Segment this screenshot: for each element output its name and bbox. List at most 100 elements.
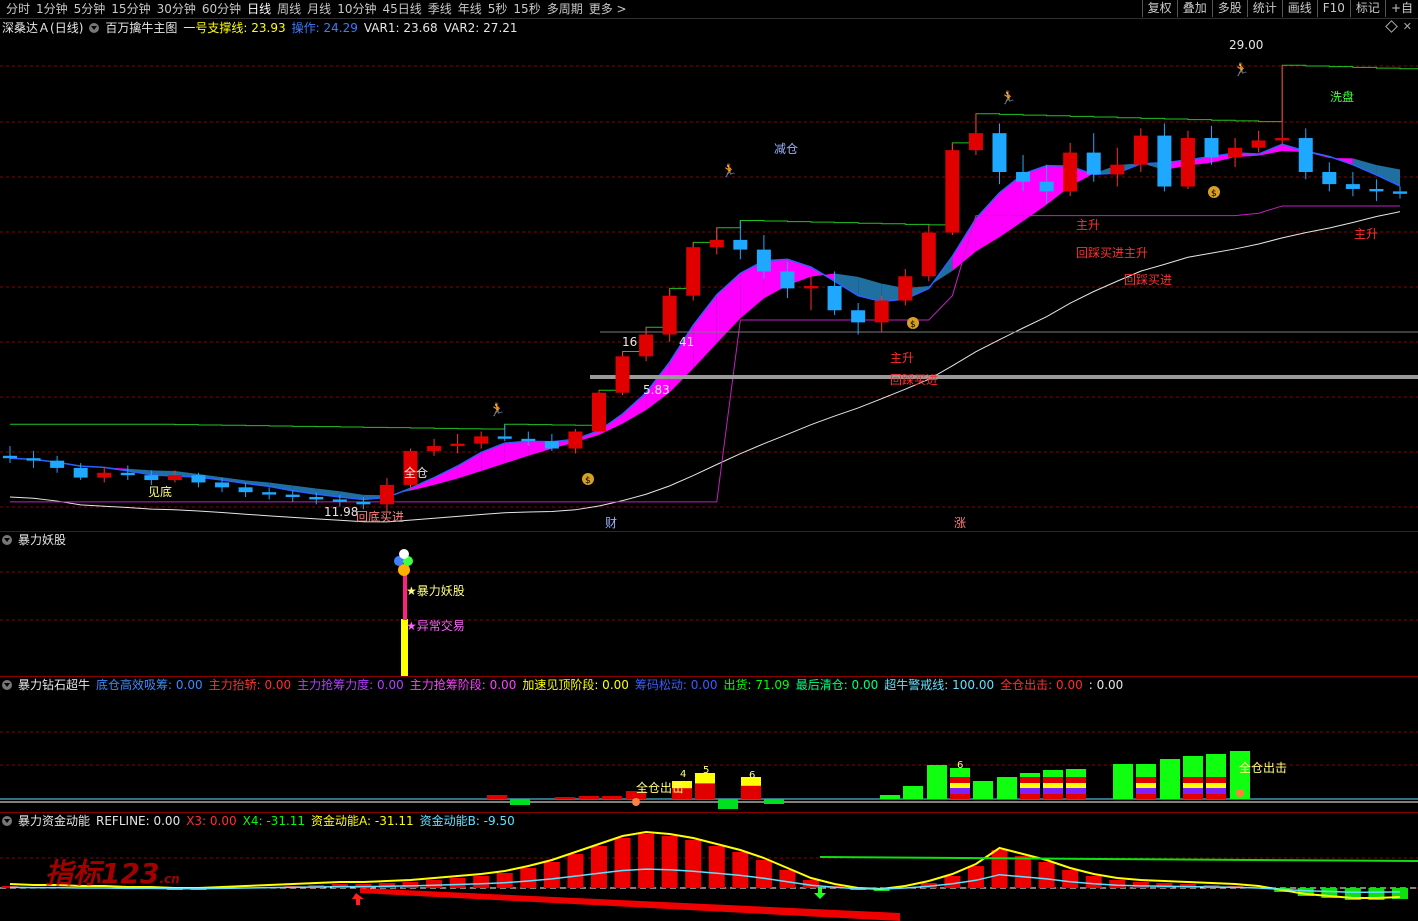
histogram-bar xyxy=(1066,788,1086,794)
flow-bar xyxy=(590,846,607,888)
count-label: 6 xyxy=(957,760,963,771)
flow-bar xyxy=(755,860,772,888)
tool-button[interactable]: 统计 xyxy=(1246,0,1282,17)
finance-marker: 财 xyxy=(605,516,617,530)
flow-bar xyxy=(426,880,443,888)
low-price-label: 11.98 xyxy=(324,505,358,519)
candle-body xyxy=(591,392,606,432)
signal-main-rise: 主升 xyxy=(1076,218,1100,232)
timeframe-tab[interactable]: 季线 xyxy=(426,1,454,17)
timeframe-tab[interactable]: 月线 xyxy=(305,1,333,17)
tool-button[interactable]: F10 xyxy=(1316,0,1350,17)
timeframe-tabs: 分时 1分钟 5分钟 15分钟 30分钟 60分钟 日线 周线 月线 10分钟 45日线 季线 年线 5秒… xyxy=(4,1,629,17)
flow-bar xyxy=(1062,870,1079,888)
full-attack-label: 全仓出击 xyxy=(636,780,684,795)
flow-bar xyxy=(967,866,984,888)
candle-body xyxy=(50,460,65,468)
candle-body xyxy=(827,285,842,311)
tool-button[interactable]: 复权 xyxy=(1141,0,1177,17)
candle-body xyxy=(285,494,300,498)
timeframe-tab[interactable]: 日线 xyxy=(245,1,273,17)
candle-body xyxy=(921,232,936,277)
candle-body xyxy=(356,501,371,505)
histogram-bar xyxy=(927,765,947,799)
yaogu-chart[interactable]: ★暴力妖股 ★异常交易 xyxy=(0,532,1418,676)
timeframe-tab[interactable]: 10分钟 xyxy=(335,1,378,17)
histogram-bar xyxy=(1136,783,1156,788)
signal-main-rise: 主升 xyxy=(1354,227,1378,241)
candle-body xyxy=(379,484,394,505)
count-label: 5 xyxy=(703,765,709,776)
candle-body xyxy=(167,475,182,481)
flow-bar xyxy=(685,840,702,888)
timeframe-tab[interactable]: 周线 xyxy=(275,1,303,17)
candle-body xyxy=(3,455,17,459)
timeframe-tab[interactable]: 5秒 xyxy=(486,1,510,17)
candle-body xyxy=(544,441,559,449)
candle-body xyxy=(144,475,159,481)
signal-main-rise: 主升 xyxy=(890,351,914,365)
tool-button[interactable]: 画线 xyxy=(1281,0,1317,17)
timeframe-tab[interactable]: 60分钟 xyxy=(200,1,243,17)
timeframe-tab[interactable]: 多周期 xyxy=(545,1,585,17)
candle-body xyxy=(521,438,536,442)
ma-line-slow xyxy=(9,211,1401,523)
money-bag-icon: $ xyxy=(1211,189,1217,199)
tool-button[interactable]: +自 xyxy=(1384,0,1418,17)
panel-baoli-yaogu: 暴力妖股 ★暴力妖股 ★异常交易 xyxy=(0,532,1418,676)
timeframe-tab[interactable]: 15分钟 xyxy=(109,1,152,17)
timeframe-tab[interactable]: 年线 xyxy=(456,1,484,17)
candle-body xyxy=(309,497,324,500)
tool-button[interactable]: 多股 xyxy=(1211,0,1247,17)
flow-bar xyxy=(708,846,725,888)
candle-body xyxy=(497,436,512,439)
candle-body xyxy=(874,300,889,323)
histogram-bar xyxy=(950,788,970,794)
histogram-bar xyxy=(1020,788,1040,794)
flow-bar xyxy=(1015,856,1032,888)
flow-bar xyxy=(661,836,678,888)
candle-body xyxy=(662,295,677,335)
candle-body xyxy=(1251,140,1266,148)
histogram-bar xyxy=(1113,764,1133,799)
panel-zijin-dongneng: 暴力资金动能 REFLINE: 0.00 X3: 0.00 X4: -31.11 资金… xyxy=(0,813,1418,921)
close-icon[interactable]: ✕ xyxy=(1403,20,1412,33)
count-label: 4 xyxy=(680,769,686,780)
zijin-chart[interactable] xyxy=(0,813,1418,921)
full-attack-label: 全仓出击 xyxy=(1239,760,1287,775)
histogram-bar xyxy=(997,777,1017,799)
zuanshi-chart[interactable]: 全仓出击全仓出击4 5 66 xyxy=(0,677,1418,812)
histogram-bar xyxy=(950,783,970,788)
flow-bar xyxy=(991,850,1008,888)
price-label: 16 xyxy=(622,335,637,349)
candle-body xyxy=(851,310,866,323)
candle-body xyxy=(1393,191,1407,194)
diamond-icon xyxy=(632,798,640,806)
ball-icon xyxy=(399,549,409,559)
candle-body xyxy=(615,356,630,393)
candle-body xyxy=(1157,135,1172,187)
diamond-icon xyxy=(1236,789,1244,797)
main-chart-panel: 深桑达Ａ (日线) 百万擒牛主图 一号支撑线: 23.93 操作: 24.29 VA… xyxy=(0,19,1418,531)
timeframe-tab[interactable]: 15秒 xyxy=(511,1,542,17)
candlestick-chart[interactable]: 29.0011.98减仓洗盘见底全仓回底买进主升回踩买进 主升主升回踩买进回踩买进… xyxy=(0,19,1418,531)
watermark-logo: 指标123.cn xyxy=(45,857,180,890)
trend-ribbon xyxy=(504,441,529,464)
down-arrow-icon xyxy=(814,887,826,899)
timeframe-tab[interactable]: 5分钟 xyxy=(72,1,108,17)
trend-ribbon xyxy=(858,276,882,302)
signal-bottom: 见底 xyxy=(148,484,172,499)
histogram-bar xyxy=(579,796,599,799)
tool-button[interactable]: 叠加 xyxy=(1176,0,1212,17)
timeframe-tab[interactable]: 30分钟 xyxy=(155,1,198,17)
timeframe-tab[interactable]: 分时 xyxy=(4,1,32,17)
timeframe-tab[interactable]: 1分钟 xyxy=(34,1,70,17)
histogram-bar xyxy=(487,795,507,799)
timeframe-tab[interactable]: 更多 > xyxy=(587,1,629,17)
tool-buttons: 复权 叠加 多股 统计 画线 F10 标记 +自 xyxy=(1141,0,1418,17)
candle-body xyxy=(898,276,913,301)
tool-button[interactable]: 标记 xyxy=(1349,0,1385,17)
timeframe-tab[interactable]: 45日线 xyxy=(380,1,423,17)
histogram-bar xyxy=(718,799,738,809)
trend-ribbon xyxy=(457,452,482,479)
